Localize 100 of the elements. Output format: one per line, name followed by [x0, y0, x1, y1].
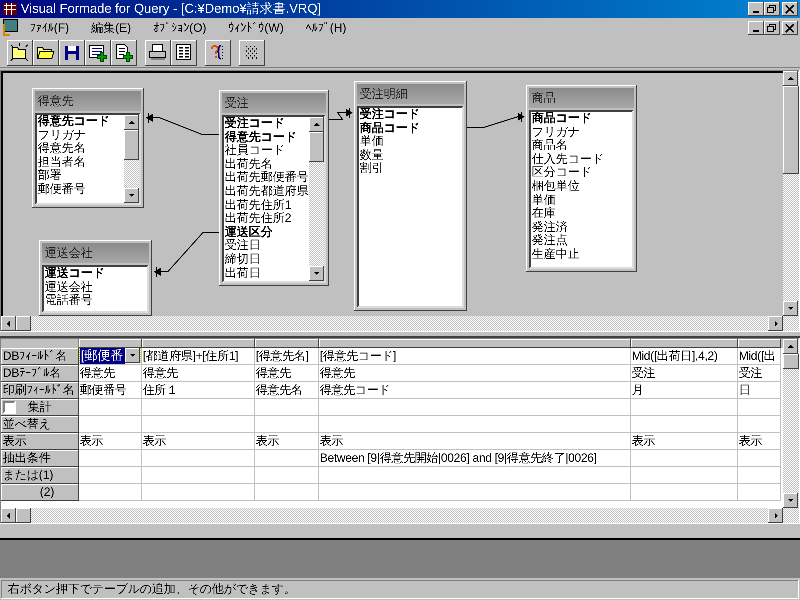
row-header[interactable]: 抽出条件 — [1, 450, 79, 467]
grid-cell[interactable]: 受注 — [631, 365, 738, 382]
scroll-right-button[interactable] — [768, 508, 783, 523]
scroll-left-button[interactable] — [1, 508, 16, 523]
grid-cell[interactable] — [631, 484, 738, 501]
toolbar-button[interactable] — [171, 40, 197, 66]
grid-cell[interactable]: 受注 — [738, 365, 781, 382]
grid-cell[interactable] — [142, 450, 255, 467]
grid-cell[interactable]: 得意先名 — [255, 382, 319, 399]
toolbar-button[interactable] — [7, 40, 33, 66]
canvas-scrollbar[interactable] — [1, 316, 799, 331]
scroll-down-button[interactable] — [309, 266, 324, 281]
checkbox[interactable] — [3, 401, 16, 414]
grid-cell[interactable]: 表示 — [142, 433, 255, 450]
close-button[interactable] — [782, 2, 798, 16]
grid-cell[interactable]: 日 — [738, 382, 781, 399]
grid-cell[interactable]: 得意先 — [79, 365, 142, 382]
field-name[interactable]: 単価 — [360, 135, 462, 149]
grid-cell[interactable] — [631, 450, 738, 467]
field-name[interactable]: 出荷先郵便番号 — [225, 171, 309, 185]
grid-cell[interactable] — [79, 399, 142, 416]
menu-item[interactable]: 編集(E) — [91, 19, 132, 37]
grid-cell[interactable] — [142, 399, 255, 416]
scroll-up-button[interactable] — [124, 115, 139, 130]
grid-cell[interactable] — [631, 467, 738, 484]
toolbar-button[interactable] — [59, 40, 85, 66]
grid-cell[interactable] — [319, 467, 631, 484]
menu-item[interactable]: ﾌｧｲﾙ(F) — [30, 19, 70, 37]
grid-cell[interactable] — [738, 399, 781, 416]
scrollbar-thumb[interactable] — [124, 130, 139, 160]
grid-scrollbar[interactable] — [783, 339, 799, 508]
field-name[interactable]: 運送会社 — [45, 280, 147, 294]
grid-cell[interactable]: 得意先コード — [319, 382, 631, 399]
table-window[interactable]: 得意先 得意先コード フリガナ 得意先名 担当者名 部署 郵便番号 — [32, 88, 144, 208]
row-header[interactable]: 集計 — [1, 399, 79, 416]
menu-item[interactable]: ｳｨﾝﾄﾞｳ(W) — [228, 19, 284, 37]
field-name[interactable]: 受注日 — [225, 239, 309, 253]
child-restore-button[interactable] — [764, 21, 780, 35]
grid-cell[interactable] — [79, 484, 142, 501]
grid-cell[interactable] — [319, 416, 631, 433]
column-header[interactable] — [631, 339, 738, 348]
field-name[interactable]: 得意先名 — [38, 142, 124, 156]
grid-cell[interactable] — [255, 450, 319, 467]
field-name[interactable]: 締切日 — [225, 252, 309, 267]
field-name[interactable]: 生産中止 — [532, 248, 632, 262]
grid-cell[interactable]: 表示 — [738, 433, 781, 450]
row-header[interactable]: 印刷ﾌｨｰﾙﾄﾞ名 — [1, 382, 79, 399]
row-header[interactable]: 並べ替え — [1, 416, 79, 433]
grid-cell[interactable] — [631, 399, 738, 416]
grid-cell[interactable]: [都道府県]+[住所1] — [142, 348, 255, 365]
minimize-button[interactable] — [748, 2, 764, 16]
grid-cell[interactable] — [79, 467, 142, 484]
grid-cell[interactable] — [79, 416, 142, 433]
column-header[interactable] — [255, 339, 319, 348]
grid-cell[interactable] — [255, 399, 319, 416]
scrollbar-thumb[interactable] — [16, 316, 31, 331]
row-header[interactable]: DBﾌｨｰﾙﾄﾞ名 — [1, 348, 79, 365]
grid-cell[interactable] — [255, 416, 319, 433]
grid-cell[interactable] — [142, 484, 255, 501]
field-name[interactable]: 部署 — [38, 169, 124, 183]
scrollbar-thumb[interactable] — [783, 86, 799, 174]
field-name[interactable]: フリガナ — [532, 126, 632, 140]
column-header[interactable] — [79, 339, 142, 348]
grid-cell[interactable] — [738, 416, 781, 433]
field-name[interactable]: 電話番号 — [45, 294, 147, 308]
scroll-down-button[interactable] — [124, 188, 139, 203]
toolbar-button[interactable] — [33, 40, 59, 66]
scroll-down-button[interactable] — [783, 493, 798, 508]
field-name[interactable]: 運送コード — [45, 267, 147, 281]
grid-cell[interactable] — [142, 416, 255, 433]
field-name[interactable]: 郵便番号 — [38, 182, 124, 197]
child-minimize-button[interactable] — [748, 21, 764, 35]
toolbar-button[interactable] — [145, 40, 171, 66]
row-header[interactable]: 表示 — [1, 433, 79, 450]
scroll-down-button[interactable] — [783, 301, 798, 316]
column-header[interactable] — [738, 339, 781, 348]
field-name[interactable]: 区分コード — [532, 166, 632, 180]
grid-cell[interactable]: 得意先 — [319, 365, 631, 382]
grid-cell[interactable]: 月 — [631, 382, 738, 399]
scrollbar-thumb[interactable] — [783, 354, 799, 369]
column-header[interactable] — [142, 339, 255, 348]
field-name[interactable]: 得意先コード — [225, 130, 309, 144]
table-scrollbar[interactable] — [124, 115, 139, 203]
maximize-button[interactable] — [764, 2, 780, 16]
grid-cell[interactable] — [738, 484, 781, 501]
field-name[interactable]: 出荷先住所2 — [225, 212, 309, 226]
toolbar-button[interactable] — [111, 40, 137, 66]
grid-cell[interactable] — [631, 416, 738, 433]
scrollbar-thumb[interactable] — [309, 132, 324, 162]
diagram-canvas[interactable] — [1, 71, 783, 316]
field-name[interactable]: 出荷先都道府県 — [225, 184, 309, 199]
scroll-left-button[interactable] — [1, 316, 16, 331]
scroll-up-button[interactable] — [783, 339, 798, 354]
grid-cell[interactable] — [738, 450, 781, 467]
grid-cell[interactable]: 表示 — [319, 433, 631, 450]
field-name[interactable]: 発注点 — [532, 234, 632, 248]
grid-cell[interactable] — [319, 484, 631, 501]
table-scrollbar[interactable] — [309, 117, 324, 281]
row-header[interactable]: DBﾃｰﾌﾞﾙ名 — [1, 365, 79, 382]
grid-cell[interactable]: Between [9|得意先開始|0026] and [9|得意先終了|0026] — [319, 450, 631, 467]
